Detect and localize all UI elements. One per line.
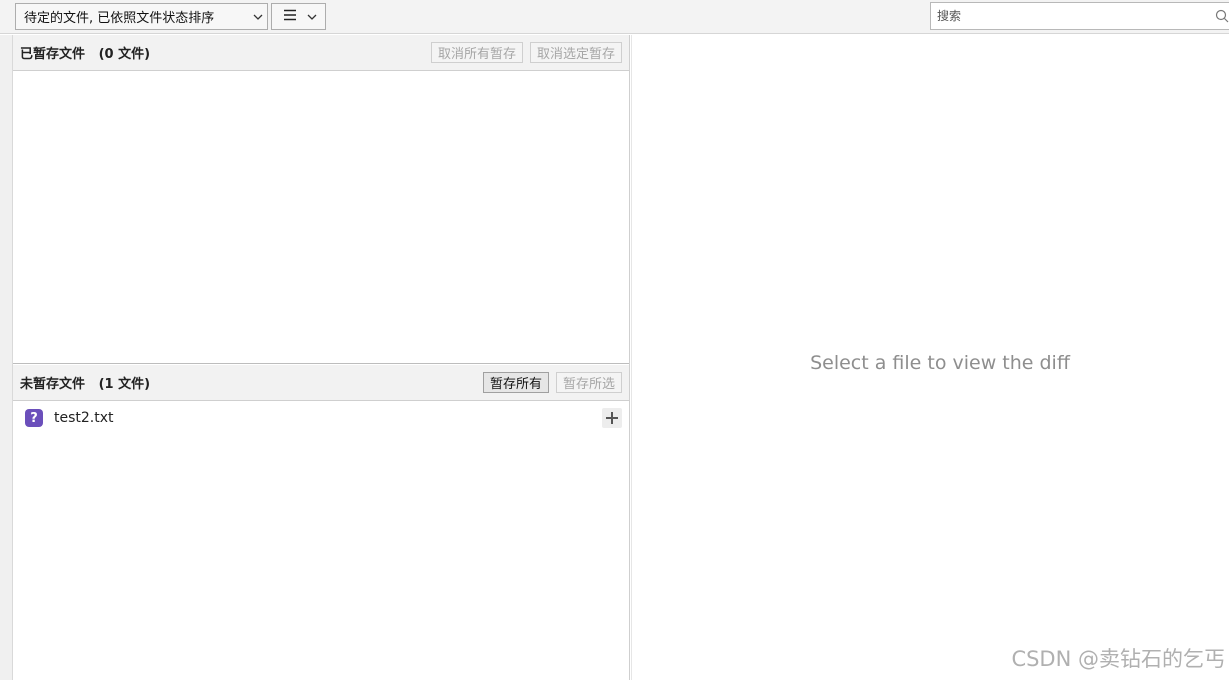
diff-empty-message: Select a file to view the diff [810,352,1070,374]
toolbar: 待定的文件, 已依照文件状态排序 [0,0,1229,34]
file-name: test2.txt [54,410,114,426]
unstaged-files-title: 未暂存文件 (1 文件) [20,377,151,392]
staged-files-title: 已暂存文件 (0 文件) [20,47,151,62]
view-options-dropdown[interactable] [271,3,326,30]
stage-all-button[interactable]: 暂存所有 [482,372,549,393]
diff-panel: Select a file to view the diff [631,35,1229,680]
plus-icon [606,412,618,424]
unstage-all-button[interactable]: 取消所有暂存 [430,42,523,63]
changes-panel: 已暂存文件 (0 文件) 取消所有暂存 取消选定暂存 未暂存文件 (1 文件) … [13,35,630,680]
left-gutter [0,35,13,680]
staged-files-header: 已暂存文件 (0 文件) 取消所有暂存 取消选定暂存 [13,35,629,71]
question-mark-icon: ? [25,409,43,427]
watermark: CSDN @卖钻石的乞丐 [1011,647,1225,671]
search-icon[interactable] [1215,9,1229,23]
stage-file-button[interactable] [602,408,622,428]
stage-selected-button[interactable]: 暂存所选 [555,372,622,393]
unstaged-files-header: 未暂存文件 (1 文件) 暂存所有 暂存所选 [13,365,629,401]
list-view-icon [283,9,297,25]
file-filter-dropdown[interactable]: 待定的文件, 已依照文件状态排序 [15,3,268,30]
unstage-selected-button[interactable]: 取消选定暂存 [529,42,622,63]
staged-files-list[interactable] [13,71,629,364]
search-box[interactable] [930,2,1229,30]
file-filter-label: 待定的文件, 已依照文件状态排序 [24,11,215,26]
chevron-down-icon [249,4,267,29]
unstaged-files-list[interactable]: ? test2.txt [13,401,629,680]
search-input[interactable] [931,3,1215,29]
file-row[interactable]: ? test2.txt [13,405,629,431]
chevron-down-icon [307,9,317,24]
